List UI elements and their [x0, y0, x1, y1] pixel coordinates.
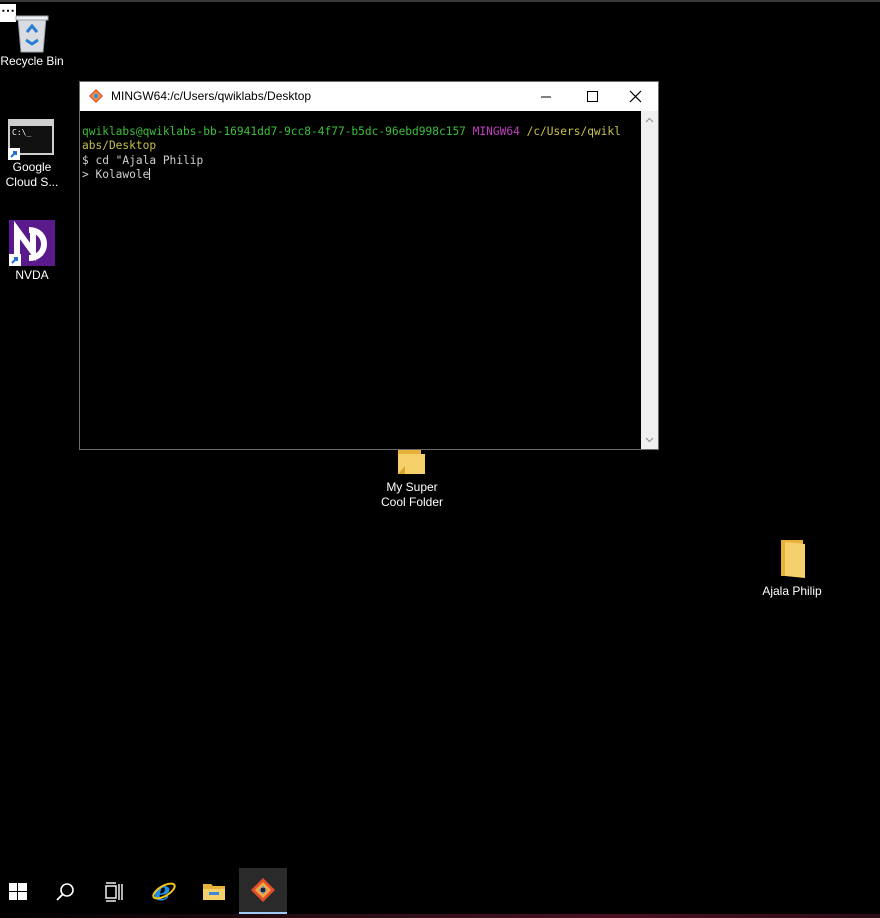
prompt-user-host: qwiklabs@qwiklabs-bb-16941dd7-9cc8-4f77-… [82, 125, 466, 138]
git-bash-taskbar-button[interactable] [239, 868, 287, 914]
desktop-icon-label: Cool Folder [380, 495, 444, 509]
text-cursor [149, 167, 151, 180]
close-icon [629, 90, 642, 103]
window-title: MINGW64:/c/Users/qwiklabs/Desktop [111, 89, 312, 103]
folder-icon [398, 450, 425, 474]
git-bash-icon [251, 878, 275, 902]
desktop-icon-label: My Super [386, 480, 438, 494]
command-line: $ cd "Ajala Philip [82, 153, 204, 167]
prompt-path-continued: abs/Desktop [82, 139, 157, 153]
folder-icon [203, 884, 225, 900]
desktop-icon-label: Recycle Bin [0, 54, 64, 68]
desktop-icon-my-super-cool-folder[interactable]: My Super Cool Folder [372, 448, 452, 510]
taskbar-bottom-edge [0, 914, 880, 918]
terminal-shortcut-icon: C:\_ [8, 119, 54, 160]
maximize-icon [587, 91, 598, 102]
desktop-icon-label: NVDA [15, 268, 49, 282]
desktop-icon-nvda[interactable]: NVDA [0, 218, 64, 283]
mingw64-terminal-window[interactable]: MINGW64:/c/Users/qwiklabs/Desktop qwikla… [79, 81, 659, 450]
file-explorer-button[interactable] [190, 868, 238, 914]
search-button[interactable] [42, 868, 90, 914]
search-icon [56, 883, 74, 901]
window-titlebar[interactable]: MINGW64:/c/Users/qwiklabs/Desktop [80, 82, 658, 111]
minimize-icon [541, 96, 551, 98]
windows-logo-icon [9, 883, 27, 900]
vertical-scrollbar[interactable] [641, 111, 658, 449]
screen-top-border [0, 0, 880, 2]
desktop-icon-google-cloud-sdk[interactable]: C:\_ Google Cloud S... [0, 118, 64, 190]
prompt-env: MINGW64 [472, 125, 520, 138]
task-view-icon [105, 882, 123, 902]
folder-icon [781, 540, 805, 578]
desktop-icon-ajala-philip[interactable]: Ajala Philip [752, 536, 832, 599]
maximize-button[interactable] [569, 82, 615, 111]
taskbar: e [0, 868, 880, 918]
start-button[interactable] [0, 868, 48, 914]
svg-text:C:\_: C:\_ [12, 128, 31, 137]
continuation-line: > Kolawole [82, 167, 150, 181]
desktop-icon-recycle-bin[interactable]: Recycle Bin [0, 10, 64, 69]
nvda-icon [9, 220, 55, 266]
prompt-path: /c/Users/qwikl [526, 125, 621, 138]
git-bash-icon [89, 89, 103, 103]
scroll-down-arrow-icon[interactable] [645, 435, 654, 444]
internet-explorer-button[interactable]: e [140, 868, 188, 914]
close-button[interactable] [612, 82, 658, 111]
desktop-icon-label: Cloud S... [5, 175, 59, 189]
task-view-button[interactable] [90, 868, 138, 914]
terminal-output[interactable]: qwiklabs@qwiklabs-bb-16941dd7-9cc8-4f77-… [80, 111, 641, 449]
minimize-button[interactable] [523, 82, 569, 111]
desktop-icon-label: Ajala Philip [762, 584, 822, 598]
desktop-icon-label: Google [12, 160, 52, 174]
scroll-up-arrow-icon[interactable] [645, 116, 654, 125]
internet-explorer-icon: e [152, 878, 176, 904]
recycle-bin-icon [15, 15, 49, 53]
